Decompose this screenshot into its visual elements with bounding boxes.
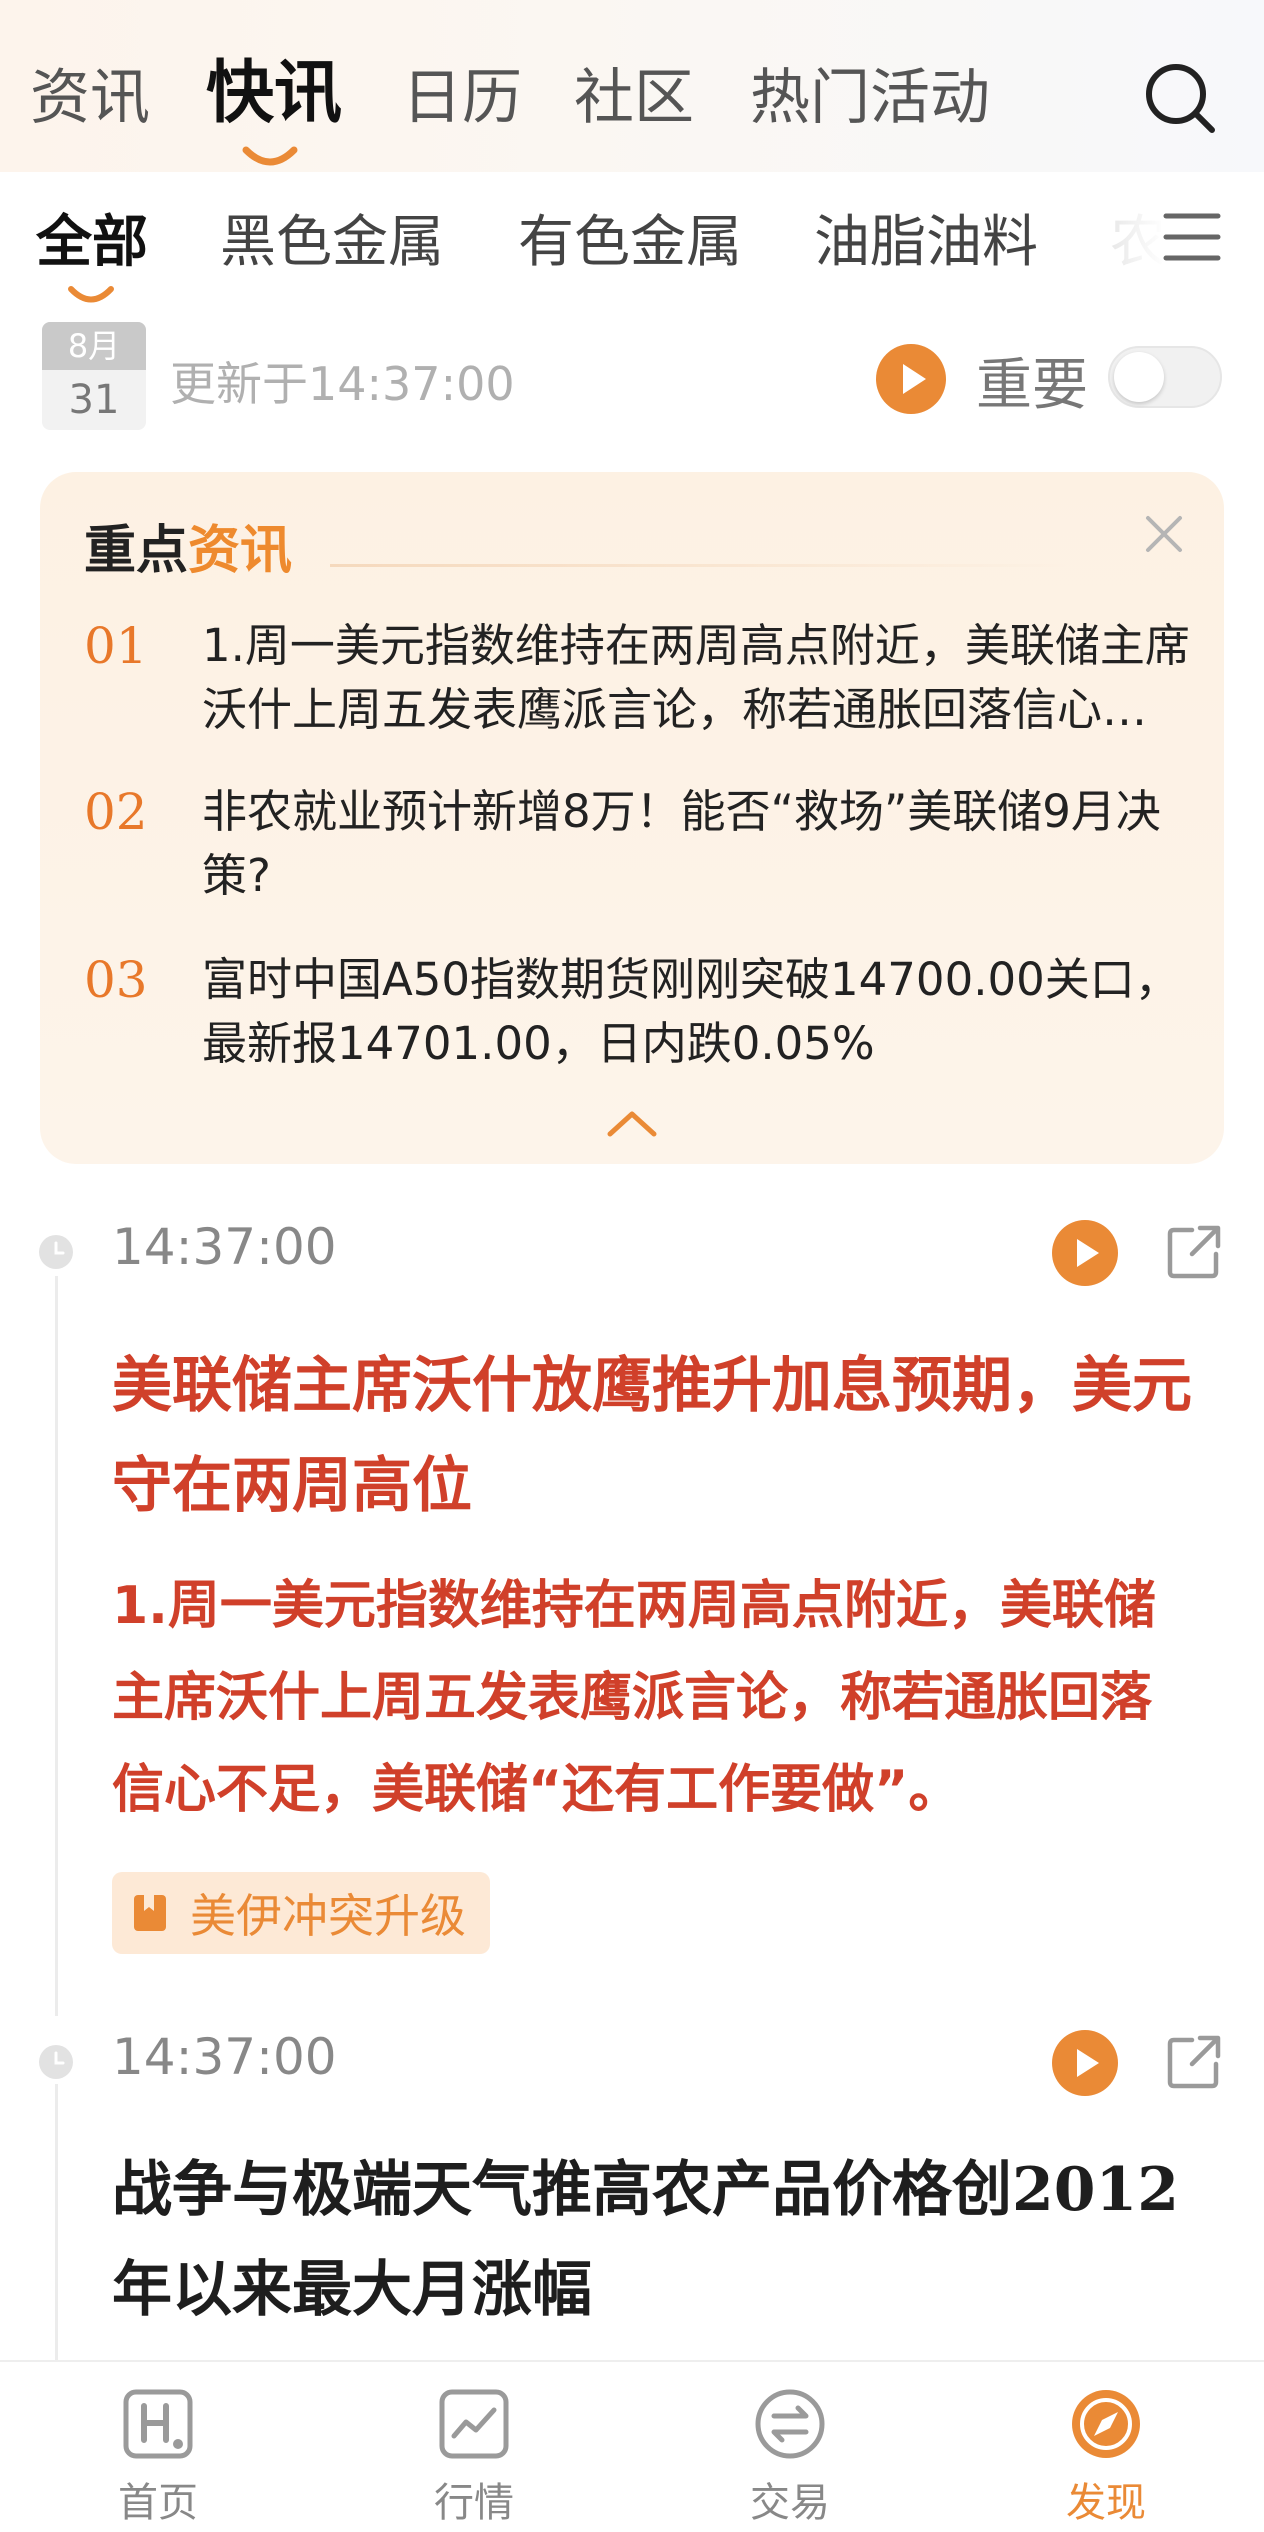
- bookmark-icon: [134, 1895, 166, 1931]
- date-badge: 8月 31: [42, 322, 146, 430]
- important-toggle[interactable]: [1108, 346, 1222, 408]
- topic-tag-label: 美伊冲突升级: [190, 1889, 466, 1943]
- key-news-item[interactable]: 01 1.周一美元指数维持在两周高点附近，美联储主席沃什上周五发表鹰派言论，称若…: [84, 614, 1194, 754]
- chevron-up-icon[interactable]: [606, 1108, 658, 1138]
- exchange-icon: [755, 2389, 825, 2459]
- key-news-item[interactable]: 02 非农就业预计新增8万！能否“救场”美联储9月决策?: [84, 780, 1194, 920]
- clock-icon: [39, 1235, 73, 1269]
- key-news-text: 富时中国A50指数期货刚刚突破14700.00关口，最新报14701.00，日内…: [202, 953, 1180, 1070]
- clock-icon: [39, 2045, 73, 2079]
- key-news-number: 01: [84, 617, 148, 675]
- home-icon: [123, 2389, 193, 2459]
- key-news-text: 非农就业预计新增8万！能否“救场”美联储9月决策?: [202, 785, 1161, 902]
- bottom-nav: 首页 行情 交易 发现: [0, 2360, 1264, 2532]
- category-all[interactable]: 全部: [36, 208, 148, 278]
- menu-icon[interactable]: [1162, 210, 1222, 264]
- top-nav: 资讯 快讯 日历 社区 热门活动: [0, 0, 1264, 172]
- play-audio-icon[interactable]: [1052, 2030, 1118, 2096]
- topic-tag[interactable]: 美伊冲突升级: [112, 1872, 490, 1954]
- timeline-line: [55, 2084, 58, 2360]
- nav-trade-label: 交易: [750, 2480, 830, 2526]
- nav-market-label: 行情: [434, 2480, 514, 2526]
- nav-home-label: 首页: [118, 2480, 198, 2526]
- tab-community[interactable]: 社区: [574, 58, 694, 138]
- category-nonferrous-metals[interactable]: 有色金属: [518, 208, 742, 278]
- nav-discover-label: 发现: [1066, 2480, 1146, 2526]
- key-news-title-part1: 重点: [84, 520, 189, 581]
- play-audio-icon[interactable]: [1052, 1220, 1118, 1286]
- title-divider: [330, 564, 1070, 567]
- category-nav: 全部 黑色金属 有色金属 油脂油料 农: [0, 172, 1264, 303]
- key-news-title-part2: 资讯: [188, 520, 293, 581]
- close-icon[interactable]: [1142, 512, 1186, 556]
- updated-time: 更新于14:37:00: [170, 357, 515, 411]
- category-ferrous-metals[interactable]: 黑色金属: [220, 208, 444, 278]
- tab-hot-events[interactable]: 热门活动: [750, 58, 990, 138]
- market-chart-icon: [439, 2389, 509, 2459]
- active-category-indicator: [68, 286, 114, 303]
- date-day: 31: [68, 377, 120, 423]
- feed-time: 14:37:00: [112, 2028, 337, 2086]
- play-audio-icon[interactable]: [876, 344, 946, 414]
- key-news-text: 1.周一美元指数维持在两周高点附近，美联储主席沃什上周五发表鹰派言论，称若通胀回…: [202, 619, 1190, 736]
- nav-home[interactable]: 首页: [58, 2362, 258, 2532]
- key-news-title: 重点资讯: [84, 508, 292, 583]
- key-news-card: 重点资讯 01 1.周一美元指数维持在两周高点附近，美联储主席沃什上周五发表鹰派…: [40, 472, 1224, 1164]
- nav-market[interactable]: 行情: [374, 2362, 574, 2532]
- important-filter-label: 重要: [976, 353, 1088, 418]
- share-icon[interactable]: [1164, 2032, 1224, 2092]
- search-icon[interactable]: [1142, 60, 1218, 136]
- category-oils-oilseeds[interactable]: 油脂油料: [814, 208, 1038, 278]
- share-icon[interactable]: [1164, 1222, 1224, 1282]
- nav-discover[interactable]: 发现: [1006, 2362, 1206, 2532]
- feed-headline[interactable]: 战争与极端天气推高农产品价格创2012年以来最大月涨幅: [112, 2140, 1192, 2340]
- tab-flash[interactable]: 快讯: [206, 54, 342, 134]
- compass-icon: [1072, 2390, 1140, 2458]
- timeline-line: [55, 1276, 58, 2016]
- nav-trade[interactable]: 交易: [690, 2362, 890, 2532]
- date-month: 8月: [42, 322, 146, 370]
- active-tab-indicator: [242, 146, 298, 166]
- tab-news[interactable]: 资讯: [30, 58, 150, 138]
- key-news-number: 02: [84, 783, 148, 841]
- feed-summary[interactable]: 1.周一美元指数维持在两周高点附近，美联储主席沃什上周五发表鹰派言论，称若通胀回…: [112, 1560, 1202, 1836]
- key-news-number: 03: [84, 951, 148, 1009]
- toggle-knob: [1114, 352, 1164, 402]
- feed-time: 14:37:00: [112, 1218, 337, 1276]
- tab-calendar[interactable]: 日历: [402, 58, 522, 138]
- key-news-item[interactable]: 03 富时中国A50指数期货刚刚突破14700.00关口，最新报14701.00…: [84, 948, 1194, 1088]
- feed-headline[interactable]: 美联储主席沃什放鹰推升加息预期，美元守在两周高位: [112, 1336, 1192, 1536]
